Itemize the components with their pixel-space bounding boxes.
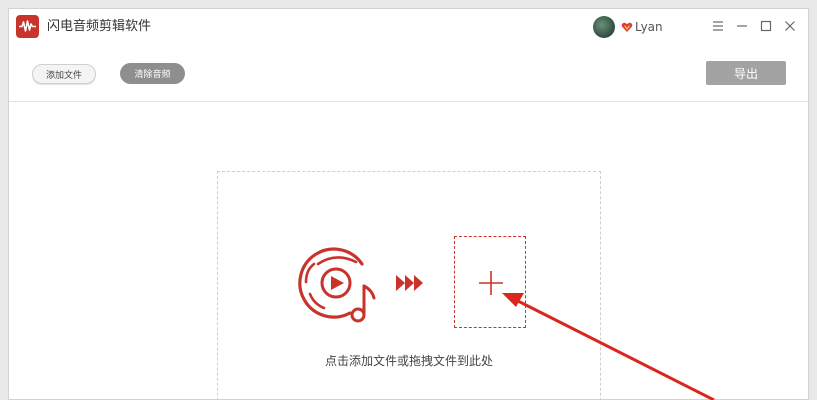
app-window: 闪电音频剪辑软件 Lyan 添加文件 清除音频 导出 点击添加文件或拖拽文件到此…: [8, 8, 809, 400]
vip-heart-icon: [621, 22, 633, 32]
drop-hint-text: 点击添加文件或拖拽文件到此处: [324, 354, 493, 368]
add-file-box[interactable]: [454, 236, 526, 328]
plus-icon: [479, 271, 503, 295]
minimize-icon[interactable]: [733, 17, 751, 35]
export-button[interactable]: 导出: [706, 61, 786, 85]
app-title: 闪电音频剪辑软件: [47, 19, 152, 34]
close-icon[interactable]: [781, 17, 799, 35]
clear-audio-button[interactable]: 清除音频: [120, 63, 185, 84]
waveform-logo-icon: [16, 15, 39, 38]
triple-arrow-icon: [396, 275, 423, 291]
username[interactable]: Lyan: [635, 18, 663, 36]
file-drop-zone[interactable]: 点击添加文件或拖拽文件到此处: [217, 171, 601, 399]
add-file-button[interactable]: 添加文件: [32, 64, 96, 84]
maximize-icon[interactable]: [757, 17, 775, 35]
user-avatar[interactable]: [593, 16, 615, 38]
menu-icon[interactable]: [709, 17, 727, 35]
toolbar: 添加文件 清除音频 导出: [9, 45, 808, 102]
title-bar: 闪电音频剪辑软件 Lyan: [9, 9, 808, 45]
music-disc-icon: [298, 247, 376, 323]
